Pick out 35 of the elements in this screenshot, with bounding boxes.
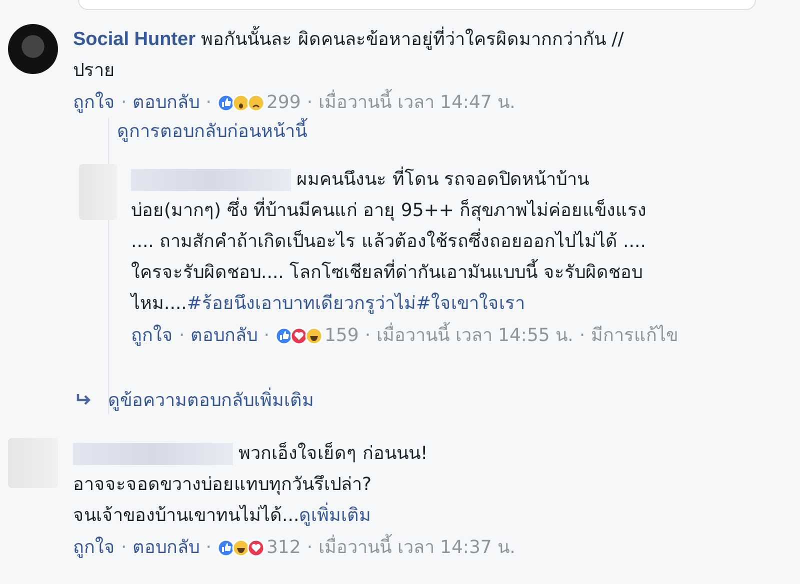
- separator-dot: ·: [364, 324, 371, 348]
- hashtag-link[interactable]: #ใจเขาใจเรา: [416, 293, 526, 314]
- reply-link[interactable]: ตอบกลับ: [132, 88, 200, 118]
- like-reaction-icon[interactable]: [217, 539, 236, 557]
- separator-dot: ·: [206, 536, 212, 560]
- love-reaction-icon[interactable]: [247, 539, 266, 557]
- separator-dot: ·: [306, 91, 313, 115]
- like-reaction-icon[interactable]: [275, 327, 294, 345]
- wow-reaction-icon[interactable]: [232, 94, 250, 112]
- haha-reaction-icon[interactable]: [305, 327, 324, 345]
- separator-dot: ·: [306, 536, 313, 560]
- like-link[interactable]: ถูกใจ: [73, 533, 115, 563]
- separator-dot: ·: [579, 324, 586, 348]
- separator-dot: ·: [206, 91, 212, 115]
- reply-text: ผมคนนึงนะ ที่โดน รถจอดปิดหน้าบ้าน บ่อย(มากๆ) ซึ่ง ที่บ้านมีคนแก่ อายุ 95++ ก็สุขภาพไม่ค่อยแข็งแรง .... ถามสักคำถ้าเกิดเป็นอะไร แล้วต้องใช้รถซึ่งถอยออกไปไม่ได้ .... ใครจะรับผิดชอบ.... โลกโซเชียลที่ด่ากันเอามันแบบนี้ จะรับผิดชอบ ไหม....#ร้อยนึงเอาบาทเดียวกรูว่าไม่#ใจเขาใจเรา: [131, 164, 751, 319]
- separator-dot: ·: [121, 91, 127, 115]
- haha-reaction-icon[interactable]: [232, 539, 250, 557]
- reply-link[interactable]: ตอบกลับ: [132, 533, 200, 563]
- separator-dot: ·: [121, 536, 127, 560]
- comment-text: พวกเอ็งใจเย็ดๆ ก่อนนน! อาจจะจอดขวางบ่อยแทบทุกวันรึเปล่า? จนเจ้าของบ้านเขาทนไม่ได้...ดูเพิ่มเติม: [73, 441, 429, 528]
- like-link[interactable]: ถูกใจ: [131, 321, 173, 351]
- previous-replies-link[interactable]: ดูการตอบกลับก่อนหน้านี้: [117, 118, 800, 146]
- see-more-link[interactable]: ดูเพิ่มเติม: [299, 505, 372, 526]
- author-link[interactable]: Social Hunter: [73, 29, 196, 50]
- hashtag-link[interactable]: #ร้อยนึงเอาบาทเดียวกรูว่าไม่: [186, 293, 416, 314]
- comment-text: Social Hunter พอกันนั้นละ ผิดคนละข้อหาอยู่ที่ว่าใครผิดมากกว่ากัน // ปราย: [73, 24, 753, 86]
- separator-dot: ·: [264, 324, 270, 348]
- reply-arrow-icon: [76, 392, 92, 406]
- reply-link[interactable]: ตอบกลับ: [190, 321, 258, 351]
- more-replies-link[interactable]: ดูข้อความตอบกลับเพิ่มเติม: [108, 385, 314, 414]
- like-link[interactable]: ถูกใจ: [73, 88, 115, 118]
- sad-reaction-icon[interactable]: [247, 94, 266, 112]
- like-reaction-icon[interactable]: [217, 94, 236, 112]
- separator-dot: ·: [179, 324, 185, 348]
- love-reaction-icon[interactable]: [290, 327, 308, 345]
